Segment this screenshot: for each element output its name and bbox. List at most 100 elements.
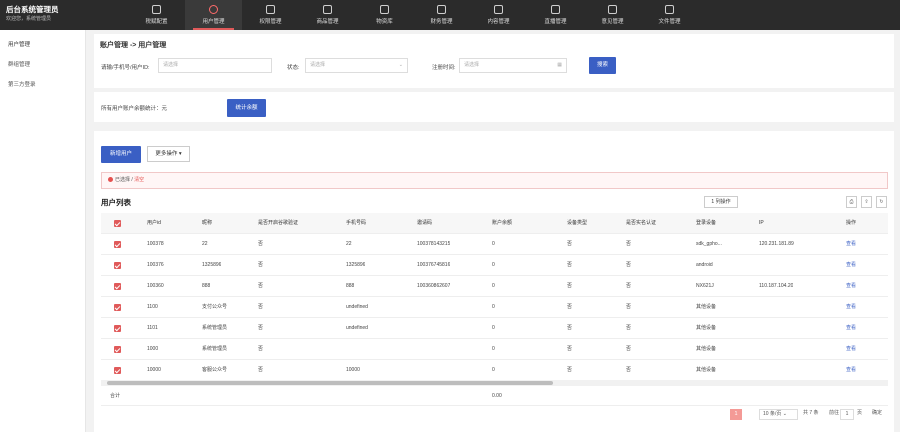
nav-tab-products[interactable]: 商品管理	[299, 0, 356, 30]
summary-row: 合计 0.00	[101, 386, 888, 406]
table-row[interactable]: 1100 支付公众号 否 undefined 0 否 否 其他设备 查看	[101, 297, 888, 318]
user-icon	[209, 5, 218, 14]
total-count: 共 7 条	[803, 410, 819, 416]
nav-tab-feedback[interactable]: 意见管理	[584, 0, 641, 30]
search-button[interactable]: 搜索	[589, 57, 616, 74]
column-header: 操作	[846, 220, 857, 226]
view-link[interactable]: 查看	[846, 297, 856, 318]
table-cell: 1100	[147, 304, 158, 310]
row-checkbox[interactable]	[114, 283, 121, 290]
table-cell: 100378143215	[417, 241, 451, 247]
row-checkbox[interactable]	[114, 304, 121, 311]
monitor-icon	[551, 5, 560, 14]
table-row[interactable]: 100376 1325896 否 1325896 100376745816 0 否 否 andr…	[101, 255, 888, 276]
column-header: 邀请码	[417, 220, 433, 226]
refresh-icon[interactable]: ↻	[876, 196, 887, 208]
view-link[interactable]: 查看	[846, 276, 856, 297]
column-header: 昵称	[202, 220, 213, 226]
nav-tab-materials[interactable]: 物资库	[356, 0, 413, 30]
column-header: 是否实名认证	[626, 220, 657, 226]
print-icon[interactable]: ⎙	[846, 196, 857, 208]
table-cell: 100360862607	[417, 283, 451, 289]
table-cell: 100376	[147, 262, 164, 268]
table-cell: 否	[626, 325, 632, 331]
nav-tab-content[interactable]: 内容管理	[470, 0, 527, 30]
sidebar-item-users[interactable]: 用户管理	[0, 34, 85, 54]
goto-confirm-button[interactable]: 确定	[872, 409, 882, 416]
table-cell: undefined	[346, 304, 368, 310]
brand-title: 后台系统管理员	[6, 5, 59, 14]
breadcrumb: 账户管理 -> 用户管理	[100, 42, 167, 49]
table-cell: 0	[492, 346, 495, 352]
chevron-down-icon: ⌄	[398, 62, 403, 68]
account-filter-input[interactable]: 请选择	[158, 58, 272, 73]
table-cell: 否	[567, 262, 573, 268]
table-cell: 否	[626, 367, 632, 373]
stats-card	[94, 92, 894, 122]
table-row[interactable]: 100378 22 否 22 100378143215 0 否 否 sdk_gpho... 120…	[101, 234, 888, 255]
page-size-select[interactable]: 10 条/页 ⌄	[759, 409, 798, 420]
row-checkbox[interactable]	[114, 262, 121, 269]
export-icon[interactable]: ⇪	[861, 196, 872, 208]
calendar-icon: ▦	[557, 62, 562, 68]
table-cell: 22	[346, 241, 352, 247]
nav-tab-users[interactable]: 用户管理	[185, 0, 242, 30]
table-cell: 否	[258, 367, 264, 373]
goto-page-input[interactable]: 1	[840, 409, 854, 420]
sidebar-item-third-party-login[interactable]: 第三方登录	[0, 74, 85, 94]
shield-icon	[266, 5, 275, 14]
nav-tab-finance[interactable]: 财务管理	[413, 0, 470, 30]
table-row[interactable]: 100360 888 否 888 100360862607 0 否 否 NX621J 110.18…	[101, 276, 888, 297]
register-time-picker[interactable]: 请选择 ▦	[459, 58, 567, 73]
balance-stats-value: 元	[161, 106, 168, 112]
view-link[interactable]: 查看	[846, 339, 856, 360]
view-link[interactable]: 查看	[846, 255, 856, 276]
document-icon	[494, 5, 503, 14]
table-cell: 否	[626, 304, 632, 310]
nav-tab-live[interactable]: 直播管理	[527, 0, 584, 30]
more-actions-button[interactable]: 更多操作 ▾	[147, 146, 190, 162]
table-cell: NX621J	[696, 283, 714, 289]
register-time-label: 注册时间:	[432, 65, 456, 71]
table-cell: 100360	[147, 283, 164, 289]
table-cell: 10000	[147, 367, 161, 373]
column-header: 用户id	[147, 220, 161, 226]
nav-tab-files[interactable]: 文件管理	[641, 0, 698, 30]
column-config-button[interactable]: 1 列操作	[704, 196, 738, 208]
row-checkbox[interactable]	[114, 346, 121, 353]
select-all-checkbox[interactable]	[114, 220, 121, 227]
table-row[interactable]: 1101 系统管理员 否 undefined 0 否 否 其他设备 查看	[101, 318, 888, 339]
row-checkbox[interactable]	[114, 367, 121, 374]
clear-selection-link[interactable]: 清空	[134, 177, 144, 183]
scrollbar-thumb[interactable]	[107, 381, 553, 385]
calculate-balance-button[interactable]: 统计余额	[227, 99, 266, 117]
table-cell: 0	[492, 283, 495, 289]
table-cell: 否	[567, 346, 573, 352]
sidebar-item-groups[interactable]: 群组管理	[0, 54, 85, 74]
view-link[interactable]: 查看	[846, 360, 856, 381]
finance-icon	[437, 5, 446, 14]
top-navigation-bar: 后台系统管理员 欢迎您，系统管理员 税赋配置 用户管理 权限管理 商品管理 物资…	[0, 0, 900, 30]
add-user-button[interactable]: 新增用户	[101, 146, 141, 163]
page-1-button[interactable]: 1	[730, 409, 742, 420]
nav-tab-tax[interactable]: 税赋配置	[128, 0, 185, 30]
table-cell: 1325896	[346, 262, 366, 268]
info-icon	[108, 177, 113, 182]
table-cell: 888	[346, 283, 355, 289]
nav-tab-permissions[interactable]: 权限管理	[242, 0, 299, 30]
row-checkbox[interactable]	[114, 325, 121, 332]
table-cell: 110.187.104.20	[759, 283, 794, 289]
view-link[interactable]: 查看	[846, 234, 856, 255]
warehouse-icon	[380, 5, 389, 14]
table-row[interactable]: 1000 系统管理员 否 0 否 否 其他设备 查看	[101, 339, 888, 360]
table-cell: 22	[202, 241, 208, 247]
view-link[interactable]: 查看	[846, 318, 856, 339]
status-filter-select[interactable]: 请选择 ⌄	[305, 58, 408, 73]
balance-stats-label: 所有用户账户余额统计：元	[101, 106, 168, 112]
table-row[interactable]: 10000 客服公众号 否 10000 0 否 否 其他设备 查看	[101, 360, 888, 381]
table-cell: 否	[626, 262, 632, 268]
table-cell: android	[696, 262, 713, 268]
table-cell: 否	[258, 346, 264, 352]
account-filter-label: 请输/手机号/用户ID:	[101, 65, 150, 71]
row-checkbox[interactable]	[114, 241, 121, 248]
